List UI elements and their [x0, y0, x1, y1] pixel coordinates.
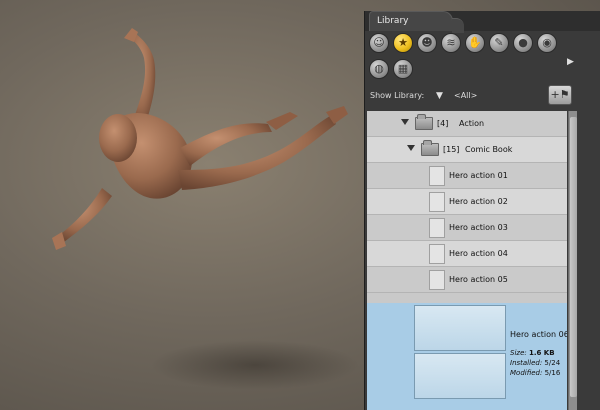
category-icon-row-2: ◍ ▦: [369, 59, 579, 83]
preview-render-white: [414, 353, 506, 399]
show-library-dropdown[interactable]: <All>: [454, 91, 477, 100]
panel-tab-bar: Library: [365, 11, 600, 33]
item-name: Hero action 03: [449, 223, 508, 232]
hair-icon[interactable]: ≋: [441, 33, 461, 53]
pose-thumbnail-icon: [429, 270, 445, 290]
posed-figure[interactable]: [40, 20, 370, 280]
selected-item-name: Hero action 06: [510, 330, 567, 339]
preview-render-color: [414, 305, 506, 351]
size-info: Size: 1.6 KB: [510, 349, 555, 357]
props-icon[interactable]: ✎: [489, 33, 509, 53]
lights-icon[interactable]: ●: [513, 33, 533, 53]
materials-icon[interactable]: ◍: [369, 59, 389, 79]
library-tree[interactable]: [4] Action [15] Comic Book Hero action 0…: [367, 111, 567, 410]
tree-folder-comic-book[interactable]: [15] Comic Book: [367, 137, 567, 163]
category-icon-row-1: ☺ ★ ☻ ≋ ✋ ✎ ● ◉: [369, 33, 579, 57]
tree-folder-action[interactable]: [4] Action: [367, 111, 567, 137]
list-item[interactable]: Hero action 05: [367, 267, 567, 293]
selected-item-preview[interactable]: Hero action 06 Size: 1.6 KB Installed: 5…: [367, 303, 567, 410]
list-item[interactable]: Hero action 01: [367, 163, 567, 189]
pose-thumbnail-icon: [429, 244, 445, 264]
pose-thumbnail-icon: [429, 192, 445, 212]
figure-icon[interactable]: ☺: [369, 33, 389, 53]
hand-icon[interactable]: ✋: [465, 33, 485, 53]
folder-icon: [421, 140, 439, 156]
list-item[interactable]: Hero action 04: [367, 241, 567, 267]
folder-name: Action: [459, 119, 485, 128]
item-name: Hero action 05: [449, 275, 508, 284]
item-name: Hero action 04: [449, 249, 508, 258]
more-categories-arrow-icon[interactable]: ▶: [567, 57, 575, 67]
add-folder-icon: +⚑: [550, 88, 570, 101]
expand-triangle-icon[interactable]: [401, 119, 409, 125]
list-item[interactable]: Hero action 03: [367, 215, 567, 241]
folder-name: Comic Book: [465, 145, 513, 154]
folder-count: [4]: [437, 119, 449, 128]
library-panel: Library ☺ ★ ☻ ≋ ✋ ✎ ● ◉ ◍ ▦ ▶ Show Libra…: [364, 11, 600, 410]
item-name: Hero action 02: [449, 197, 508, 206]
scrollbar-thumb[interactable]: [570, 117, 577, 397]
expand-triangle-icon[interactable]: [407, 145, 415, 151]
folder-count: [15]: [443, 145, 460, 154]
show-library-label: Show Library:: [370, 91, 425, 100]
installed-info: Installed: 5/24: [510, 359, 561, 367]
panel-edge: [578, 111, 600, 410]
scenes-icon[interactable]: ▦: [393, 59, 413, 79]
library-scrollbar[interactable]: [568, 111, 577, 410]
tab-library[interactable]: Library: [369, 11, 464, 33]
add-folder-button[interactable]: +⚑: [548, 85, 572, 105]
pose-icon[interactable]: ★: [393, 33, 413, 53]
show-library-dropdown-icon[interactable]: ▼: [436, 91, 443, 101]
figure-shadow: [150, 340, 360, 390]
face-icon[interactable]: ☻: [417, 33, 437, 53]
pose-thumbnail-icon: [429, 218, 445, 238]
pose-thumbnail-icon: [429, 166, 445, 186]
list-item[interactable]: Hero action 02: [367, 189, 567, 215]
cameras-icon[interactable]: ◉: [537, 33, 557, 53]
modified-info: Modified: 5/16: [510, 369, 561, 377]
item-name: Hero action 01: [449, 171, 508, 180]
folder-icon: [415, 114, 433, 130]
